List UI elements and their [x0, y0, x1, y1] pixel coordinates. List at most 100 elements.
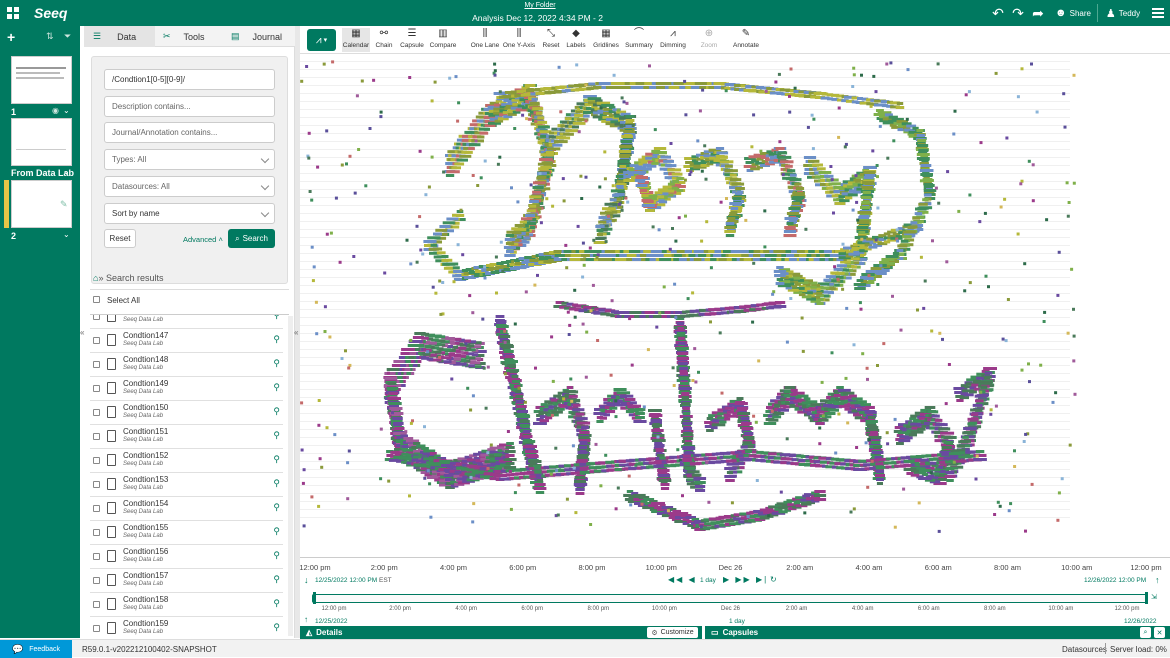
tab-journal[interactable]: ▤ Journal: [231, 26, 282, 47]
result-row[interactable]: Condtion146Seeq Data Lab ⚲: [90, 315, 283, 329]
range-handle-left[interactable]: [313, 592, 316, 604]
navigation-range[interactable]: [312, 594, 1148, 603]
duration[interactable]: 1 day: [700, 577, 716, 584]
range-expand-icon[interactable]: ⇲: [1151, 593, 1157, 601]
row-checkbox[interactable]: [93, 315, 100, 320]
pin-icon[interactable]: ⚲: [273, 622, 280, 633]
chevron-down-icon[interactable]: ⌄: [63, 167, 70, 176]
view-selector[interactable]: ⩘ ▾: [307, 29, 336, 51]
left-icon[interactable]: ◀: [689, 575, 697, 584]
pin-icon[interactable]: ⚲: [273, 406, 280, 417]
row-checkbox[interactable]: [93, 481, 100, 488]
eye-icon[interactable]: ◉: [52, 106, 59, 115]
range-handle-right[interactable]: [1145, 592, 1148, 604]
select-all-checkbox[interactable]: [93, 296, 100, 303]
pin-icon[interactable]: ⚲: [273, 478, 280, 489]
toolbar-reset-button[interactable]: ⤡ Reset: [543, 28, 560, 49]
details-toggle[interactable]: ◭ Details: [306, 628, 342, 637]
pin-icon[interactable]: ⚲: [273, 358, 280, 369]
toolbar-dimming-button[interactable]: ⩘ Dimming: [660, 28, 686, 49]
datasources-select[interactable]: Datasources: All: [104, 176, 275, 197]
worksheet-thumbnail-1[interactable]: [11, 56, 72, 104]
search-button[interactable]: ⌕ Search: [228, 229, 275, 248]
result-row[interactable]: Condtion152 Seeq Data Lab ⚲: [90, 449, 283, 473]
sort-select[interactable]: Sort by name: [104, 203, 275, 224]
undo-icon[interactable]: ↶: [990, 0, 1006, 26]
result-row[interactable]: Condtion154 Seeq Data Lab ⚲: [90, 497, 283, 521]
expand-icon[interactable]: «: [294, 328, 298, 337]
result-row[interactable]: Condtion147 Seeq Data Lab ⚲: [90, 329, 283, 353]
step-forward-controls[interactable]: ▶ ▶▶ ▶|: [723, 575, 768, 584]
share-button[interactable]: ☻ Share: [1050, 0, 1096, 26]
nav-start[interactable]: 12/25/2022: [315, 618, 348, 625]
pin-icon[interactable]: ⚲: [273, 574, 280, 585]
step-back-controls[interactable]: ◀◀ ◀: [668, 575, 697, 584]
tab-data[interactable]: ☰ Data: [93, 26, 136, 47]
capsules-toggle[interactable]: ▭ Capsules: [711, 628, 758, 637]
row-checkbox[interactable]: [93, 361, 100, 368]
refresh-icon[interactable]: ↻: [770, 575, 777, 584]
double-left-icon[interactable]: ◀◀: [668, 575, 684, 584]
result-row[interactable]: Condtion159 Seeq Data Lab ⚲: [90, 617, 283, 638]
advanced-toggle[interactable]: Advanced ˄: [183, 235, 223, 244]
toolbar-calendar-button[interactable]: ▦ Calendar: [343, 28, 369, 49]
worksheet-thumbnail-3[interactable]: ✎: [11, 180, 72, 228]
row-checkbox[interactable]: [93, 385, 100, 392]
pin-icon[interactable]: ⚲: [273, 334, 280, 345]
toolbar-capsule-button[interactable]: ☰ Capsule: [400, 28, 424, 49]
worksheet-thumbnail-2[interactable]: [11, 118, 72, 166]
toolbar-annotate-button[interactable]: ✎ Annotate: [733, 28, 759, 49]
pin-icon[interactable]: ⚲: [273, 526, 280, 537]
pin-icon[interactable]: ⚲: [273, 454, 280, 465]
start-time[interactable]: 12/25/2022 12:00 PM EST: [315, 577, 392, 584]
pin-icon[interactable]: ⚲: [273, 315, 280, 321]
row-checkbox[interactable]: [93, 577, 100, 584]
toolbar-labels-button[interactable]: ◆ Labels: [566, 28, 585, 49]
close-icon[interactable]: ✕: [1154, 627, 1165, 638]
user-menu[interactable]: ♟ Teddy: [1102, 0, 1144, 26]
feedback-button[interactable]: 💬 Feedback: [0, 640, 72, 658]
end-icon[interactable]: ▶|: [756, 575, 768, 584]
row-checkbox[interactable]: [93, 433, 100, 440]
trend-chart[interactable]: [300, 55, 1170, 575]
types-select[interactable]: Types: All: [104, 149, 275, 170]
menu-icon[interactable]: [1150, 0, 1166, 26]
row-checkbox[interactable]: [93, 625, 100, 632]
zoom-icon[interactable]: ⌕: [1140, 627, 1151, 638]
result-row[interactable]: Condtion148 Seeq Data Lab ⚲: [90, 353, 283, 377]
splitter[interactable]: [702, 626, 705, 639]
redo-icon[interactable]: ↷: [1010, 0, 1026, 26]
result-row[interactable]: Condtion153 Seeq Data Lab ⚲: [90, 473, 283, 497]
toolbar-compare-button[interactable]: ▥ Compare: [430, 28, 457, 49]
row-checkbox[interactable]: [93, 409, 100, 416]
row-checkbox[interactable]: [93, 337, 100, 344]
toolbar-one-lane-button[interactable]: ⫼ One Lane: [471, 28, 500, 49]
description-field[interactable]: Description contains...: [104, 96, 275, 117]
add-worksheet-icon[interactable]: +: [7, 29, 15, 45]
filter-icon[interactable]: ⏷: [64, 31, 71, 42]
datasources-link[interactable]: Datasources: [1062, 645, 1107, 654]
chevron-down-icon[interactable]: ⌄: [63, 106, 70, 115]
toolbar-zoom-button[interactable]: ⊕ Zoom: [701, 28, 718, 49]
nav-duration[interactable]: 1 day: [729, 618, 745, 625]
right-icon[interactable]: ▶: [723, 575, 731, 584]
name-field[interactable]: /Condtion1[0-5][0-9]/: [104, 69, 275, 90]
pin-icon[interactable]: ⚲: [273, 382, 280, 393]
row-checkbox[interactable]: [93, 505, 100, 512]
end-time[interactable]: 12/26/2022 12:00 PM: [1084, 577, 1146, 584]
toolbar-gridlines-button[interactable]: ▦ Gridlines: [593, 28, 619, 49]
row-checkbox[interactable]: [93, 529, 100, 536]
tab-tools[interactable]: ✂ Tools: [163, 26, 205, 47]
row-checkbox[interactable]: [93, 553, 100, 560]
result-row[interactable]: Condtion150 Seeq Data Lab ⚲: [90, 401, 283, 425]
collapse-left-icon[interactable]: «: [80, 328, 84, 337]
toolbar-chain-button[interactable]: ⚯ Chain: [376, 28, 393, 49]
folder-link[interactable]: My Folder: [0, 2, 1080, 9]
pin-icon[interactable]: ⚲: [273, 430, 280, 441]
result-row[interactable]: Condtion149 Seeq Data Lab ⚲: [90, 377, 283, 401]
row-checkbox[interactable]: [93, 457, 100, 464]
share-arrow-icon[interactable]: ➦: [1030, 0, 1046, 26]
double-right-icon[interactable]: ▶▶: [735, 575, 751, 584]
result-row[interactable]: Condtion155 Seeq Data Lab ⚲: [90, 521, 283, 545]
pin-icon[interactable]: ⚲: [273, 502, 280, 513]
